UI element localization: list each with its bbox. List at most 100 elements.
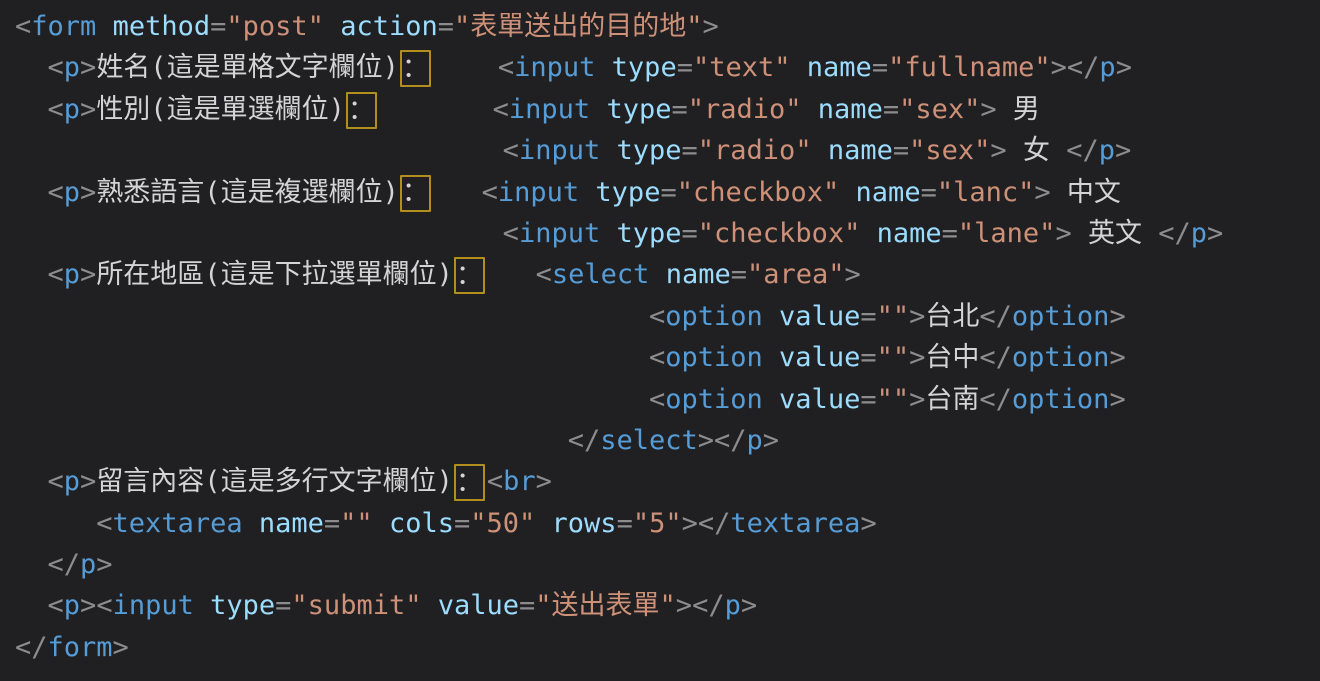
code-token-punct: </ — [979, 384, 1012, 415]
code-token-punct: > — [676, 590, 692, 621]
code-token-punct: > — [860, 508, 876, 539]
code-token-punct: > — [113, 632, 129, 663]
code-token-tag: input — [113, 590, 194, 621]
code-token-punct: > — [80, 259, 96, 290]
code-line: <textarea name="" cols="50" rows="5"></t… — [15, 503, 1320, 544]
code-token-text — [15, 425, 568, 456]
code-token-tag: option — [1012, 301, 1110, 332]
code-token-punct: < — [503, 218, 519, 249]
code-token-attr: rows — [552, 508, 617, 539]
code-token-str: "lane" — [958, 218, 1056, 249]
code-token-punct: = — [860, 301, 876, 332]
code-token-tag: textarea — [730, 508, 860, 539]
code-token-punct: = — [677, 52, 693, 83]
code-token-text — [600, 218, 616, 249]
code-line: <input type="radio" name="sex"> 女 </p> — [15, 130, 1320, 171]
code-token-punct: > — [1109, 301, 1125, 332]
code-token-tag: input — [514, 52, 595, 83]
code-token-punct: = — [731, 259, 747, 290]
code-token-tag: input — [498, 177, 579, 208]
code-token-punct: < — [649, 384, 665, 415]
code-token-punct: </ — [714, 425, 747, 456]
code-token-punct: > — [1055, 218, 1071, 249]
code-token-punct: = — [921, 177, 937, 208]
code-token-str: "50" — [470, 508, 535, 539]
code-token-tag: option — [1012, 384, 1110, 415]
code-token-punct: > — [990, 135, 1006, 166]
code-token-text — [194, 590, 210, 621]
code-token-text — [15, 94, 48, 125]
code-token-text — [763, 384, 779, 415]
code-token-punct: > — [763, 425, 779, 456]
code-token-punct: </ — [1066, 135, 1099, 166]
code-token-punct: > — [980, 94, 996, 125]
code-token-attr: value — [779, 342, 860, 373]
code-token-tag: p — [64, 590, 80, 621]
code-token-tag: p — [747, 425, 763, 456]
code-line: <p>熟悉語言(這是複選欄位)： <input type="checkbox" … — [15, 172, 1320, 213]
code-token-tag: p — [64, 52, 80, 83]
code-line: <option value="">台中</option> — [15, 337, 1320, 378]
code-token-text — [433, 52, 498, 83]
code-token-tag: p — [1191, 218, 1207, 249]
code-token-punct: < — [493, 94, 509, 125]
code-token-punct: </ — [979, 342, 1012, 373]
code-token-punct: < — [48, 177, 64, 208]
code-token-text — [15, 259, 48, 290]
code-token-text — [15, 508, 96, 539]
code-token-punct: = — [682, 135, 698, 166]
code-token-tag: p — [64, 259, 80, 290]
code-token-tag: form — [48, 632, 113, 663]
code-token-str: "" — [877, 342, 910, 373]
code-token-punct: = — [438, 11, 454, 42]
code-token-text — [15, 177, 48, 208]
code-token-text — [860, 218, 876, 249]
code-token-punct: < — [15, 11, 31, 42]
code-token-text: 姓名(這是單格文字欄位) — [96, 52, 399, 83]
code-token-text — [649, 259, 665, 290]
code-token-str: "" — [877, 384, 910, 415]
code-token-tag: option — [665, 301, 763, 332]
code-token-punct: > — [96, 549, 112, 580]
code-token-str: "" — [877, 301, 910, 332]
code-token-punct: </ — [698, 508, 731, 539]
code-token-str: "fullname" — [888, 52, 1051, 83]
code-token-tag: p — [64, 177, 80, 208]
code-token-punct: = — [942, 218, 958, 249]
code-line: <p>性別(這是單選欄位)： <input type="radio" name=… — [15, 89, 1320, 130]
code-token-text: 所在地區(這是下拉選單欄位) — [96, 259, 453, 290]
code-token-tag: input — [519, 218, 600, 249]
code-token-text — [535, 508, 551, 539]
code-token-str: "5" — [633, 508, 682, 539]
code-token-attr: name — [666, 259, 731, 290]
code-token-tag: option — [665, 384, 763, 415]
code-token-punct: </ — [568, 425, 601, 456]
code-token-punct: > — [698, 425, 714, 456]
code-area: <form method="post" action="表單送出的目的地"> <… — [0, 6, 1320, 668]
code-token-punct: < — [48, 94, 64, 125]
code-token-punct: > — [1109, 384, 1125, 415]
code-token-tag: p — [64, 466, 80, 497]
code-token-punct: > — [1034, 177, 1050, 208]
code-token-tag: br — [503, 466, 536, 497]
code-token-attr: name — [856, 177, 921, 208]
code-token-text — [379, 94, 493, 125]
code-token-attr: value — [779, 384, 860, 415]
code-token-text: 男 — [997, 94, 1040, 125]
code-token-attr: name — [259, 508, 324, 539]
code-token-punct: = — [860, 342, 876, 373]
code-token-str: "lanc" — [937, 177, 1035, 208]
code-token-punct: = — [660, 177, 676, 208]
code-token-text — [15, 590, 48, 621]
code-token-text — [421, 590, 437, 621]
code-token-attr: cols — [389, 508, 454, 539]
code-token-punct: > — [1051, 52, 1067, 83]
code-token-text — [96, 11, 112, 42]
code-token-punct: < — [536, 259, 552, 290]
code-token-punct: > — [1207, 218, 1223, 249]
code-token-punct: > — [1109, 342, 1125, 373]
code-token-text — [243, 508, 259, 539]
code-token-str: "text" — [693, 52, 791, 83]
code-token-attr: name — [828, 135, 893, 166]
code-token-punct: < — [48, 466, 64, 497]
